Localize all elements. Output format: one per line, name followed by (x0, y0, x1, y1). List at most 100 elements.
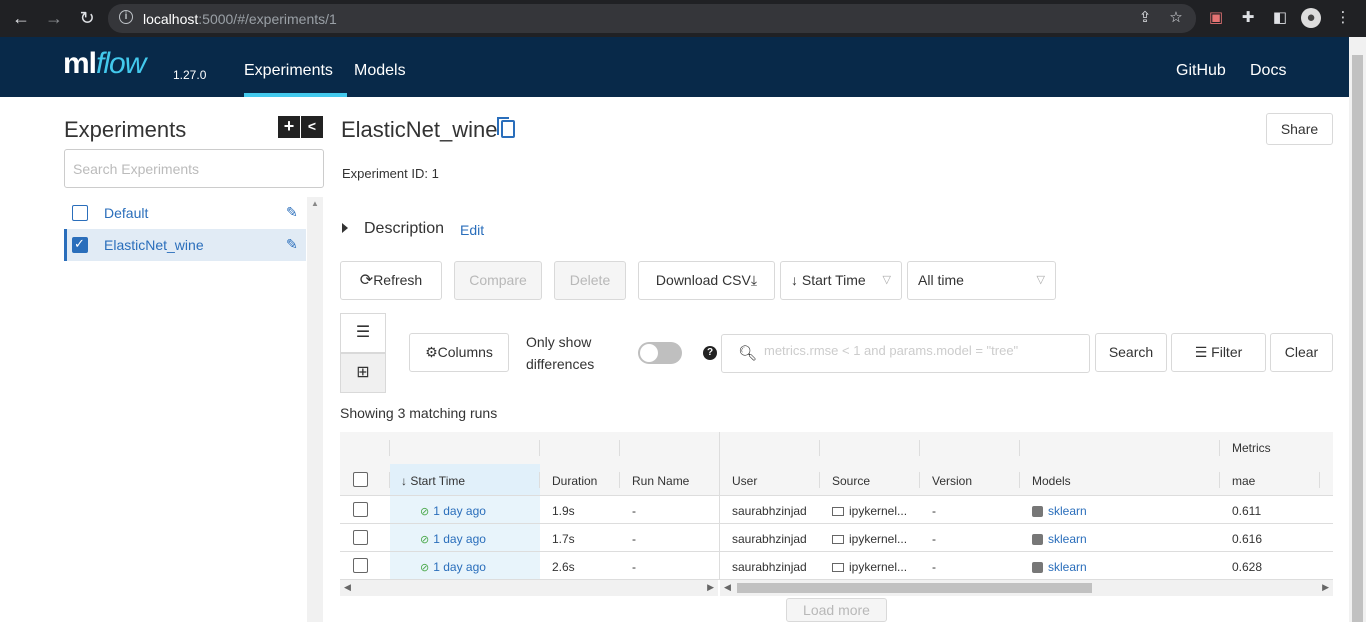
mlflow-logo[interactable]: mlflow (63, 47, 146, 81)
run-model-link[interactable]: sklearn (1032, 532, 1087, 546)
side-panel-icon[interactable]: ◧ (1270, 8, 1290, 28)
list-view-button[interactable]: ☰ (340, 313, 386, 353)
search-button[interactable]: Search (1095, 333, 1167, 372)
run-search-input[interactable] (764, 343, 1084, 358)
scroll-up-arrow-icon[interactable]: ▲ (311, 199, 319, 208)
copy-icon[interactable] (497, 117, 515, 138)
sidebar-item-label[interactable]: Default (104, 205, 148, 221)
runs-table: Metrics ↓ Start Time Duration Run Name U… (340, 432, 1333, 597)
sidebar-item-default[interactable]: Default ✎ (64, 197, 306, 229)
run-model-link[interactable]: sklearn (1032, 504, 1087, 518)
edit-pencil-icon[interactable]: ✎ (286, 204, 298, 221)
run-source[interactable]: ipykernel... (832, 560, 907, 574)
pinned-columns-scrollbar[interactable]: ◀ ▶ (340, 580, 718, 596)
only-show-differences-label: Only show differences (526, 334, 595, 372)
run-duration: 1.7s (552, 532, 575, 546)
select-all-checkbox[interactable] (353, 472, 368, 487)
metrics-group-header: Metrics (1232, 441, 1271, 455)
collapse-sidebar-button[interactable]: < (301, 116, 323, 138)
nav-experiments[interactable]: Experiments (244, 62, 347, 97)
forward-arrow-icon[interactable]: → (42, 6, 66, 30)
run-start-time-link[interactable]: ⊘ 1 day ago (420, 560, 486, 574)
sort-select[interactable]: ↓ Start Time ▽ (780, 261, 902, 300)
column-header-source[interactable]: Source (832, 474, 870, 488)
extension-alert-icon[interactable]: ▣ (1206, 8, 1226, 28)
scroll-left-arrow-icon[interactable]: ◀ (344, 582, 351, 593)
search-experiments-input[interactable] (64, 149, 324, 188)
profile-avatar-icon[interactable]: ● (1301, 8, 1321, 28)
column-header-user[interactable]: User (732, 474, 757, 488)
divider (389, 472, 390, 488)
load-more-button[interactable]: Load more (786, 598, 887, 622)
run-name: - (632, 532, 636, 546)
table-view-button[interactable]: ⊞ (340, 353, 386, 393)
download-icon: ⤓ (750, 272, 758, 288)
sidebar-item-label[interactable]: ElasticNet_wine (104, 237, 204, 253)
success-check-icon: ⊘ (420, 562, 430, 574)
description-edit-link[interactable]: Edit (460, 222, 484, 238)
page-scrollbar-thumb[interactable] (1352, 55, 1363, 622)
nav-models[interactable]: Models (354, 62, 406, 80)
row-checkbox[interactable] (353, 530, 368, 545)
column-header-mae[interactable]: mae (1232, 474, 1255, 488)
run-search-box[interactable]: 🔍︎ (721, 334, 1090, 373)
description-toggle[interactable]: Description (364, 220, 444, 238)
column-header-start-time[interactable]: ↓ Start Time (401, 474, 465, 488)
divider (389, 440, 390, 456)
add-experiment-button[interactable]: + (278, 116, 300, 138)
column-header-duration[interactable]: Duration (552, 474, 597, 488)
column-header-models[interactable]: Models (1032, 474, 1071, 488)
filter-button[interactable]: ☰ Filter (1171, 333, 1266, 372)
app-header: mlflow 1.27.0 Experiments Models GitHub … (0, 37, 1349, 97)
time-range-select[interactable]: All time ▽ (907, 261, 1056, 300)
site-info-icon[interactable]: i (119, 10, 133, 24)
table-scrollbar-thumb[interactable] (737, 583, 1092, 593)
refresh-button[interactable]: ⟳Refresh (340, 261, 442, 300)
expand-caret-icon[interactable] (342, 223, 348, 233)
extensions-puzzle-icon[interactable]: ✚ (1238, 8, 1258, 28)
compare-button[interactable]: Compare (454, 261, 542, 300)
columns-button[interactable]: ⚙Columns (409, 333, 509, 372)
delete-button[interactable]: Delete (554, 261, 626, 300)
differences-toggle[interactable] (638, 342, 682, 364)
share-page-icon[interactable]: ⇪ (1135, 8, 1155, 28)
row-checkbox[interactable] (353, 558, 368, 573)
back-arrow-icon[interactable]: ← (9, 6, 33, 30)
experiment-checkbox[interactable] (72, 236, 88, 253)
chevron-down-icon: ▽ (1036, 274, 1045, 286)
address-bar[interactable]: i localhost:5000/#/experiments/1 (108, 4, 1196, 33)
sidebar-scrollbar[interactable]: ▲ (307, 197, 323, 622)
run-start-time-link[interactable]: ⊘ 1 day ago (420, 504, 486, 518)
search-icon: 🔍︎ (738, 345, 758, 362)
divider (1019, 472, 1020, 488)
divider (619, 472, 620, 488)
run-model-link[interactable]: sklearn (1032, 560, 1087, 574)
column-header-version[interactable]: Version (932, 474, 972, 488)
browser-menu-icon[interactable]: ⋮ (1333, 8, 1353, 28)
page-scrollbar[interactable] (1349, 37, 1366, 622)
help-icon[interactable]: ? (703, 346, 717, 360)
divider (1019, 440, 1020, 456)
scroll-right-arrow-icon[interactable]: ▶ (1322, 582, 1329, 593)
nav-docs[interactable]: Docs (1250, 62, 1286, 80)
run-source[interactable]: ipykernel... (832, 504, 907, 518)
divider (619, 440, 620, 456)
reload-icon[interactable]: ↻ (75, 6, 99, 30)
download-csv-button[interactable]: Download CSV⤓ (638, 261, 775, 300)
clear-button[interactable]: Clear (1270, 333, 1333, 372)
sort-down-arrow-icon: ↓ (791, 272, 798, 288)
table-horizontal-scrollbar[interactable]: ◀ ▶ (720, 580, 1333, 596)
bookmark-star-icon[interactable]: ☆ (1166, 8, 1186, 28)
share-button[interactable]: Share (1266, 113, 1333, 145)
nav-github[interactable]: GitHub (1176, 62, 1226, 80)
run-source[interactable]: ipykernel... (832, 532, 907, 546)
row-checkbox[interactable] (353, 502, 368, 517)
experiment-checkbox[interactable] (72, 205, 88, 221)
sidebar-item-elasticnet-wine[interactable]: ElasticNet_wine ✎ (64, 229, 306, 261)
edit-pencil-icon[interactable]: ✎ (286, 236, 298, 253)
column-header-run-name[interactable]: Run Name (632, 474, 689, 488)
scroll-right-arrow-icon[interactable]: ▶ (707, 582, 714, 593)
scroll-left-arrow-icon[interactable]: ◀ (724, 582, 731, 593)
run-start-time-link[interactable]: ⊘ 1 day ago (420, 532, 486, 546)
refresh-icon: ⟳ (359, 272, 374, 289)
